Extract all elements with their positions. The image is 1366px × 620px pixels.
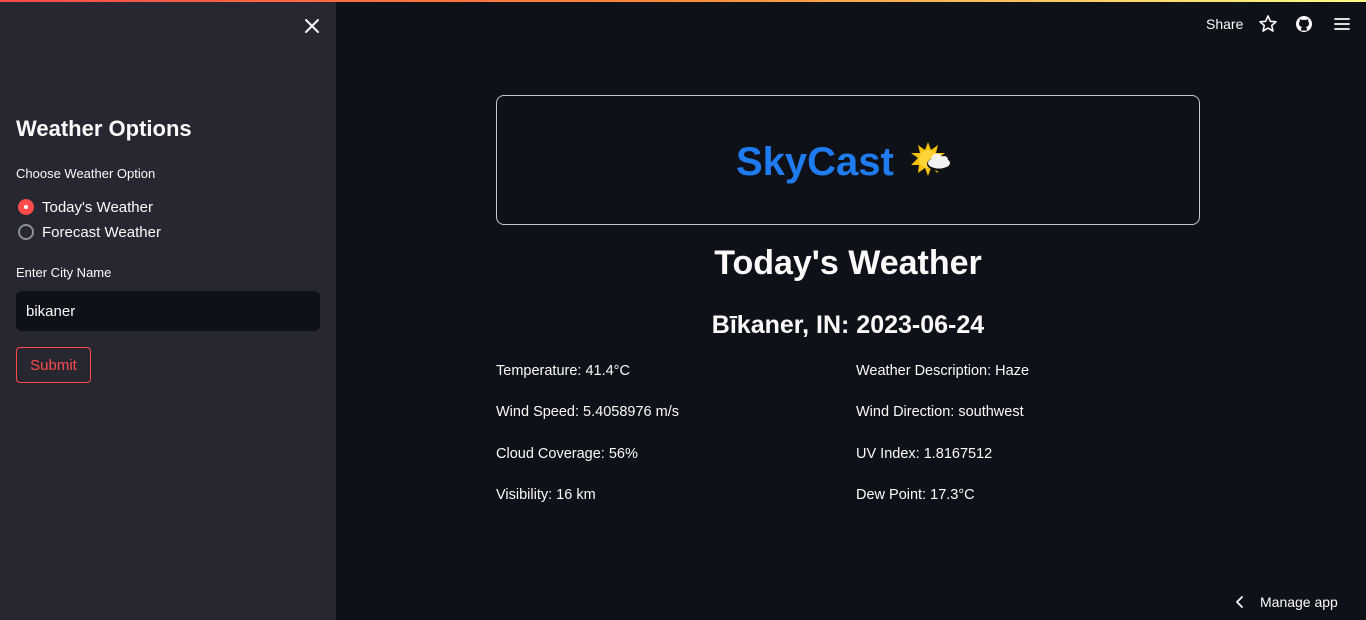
star-icon[interactable] <box>1258 14 1278 34</box>
menu-icon[interactable] <box>1332 14 1352 34</box>
chevron-left-icon <box>1236 596 1243 608</box>
city-name-label: Enter City Name <box>16 265 112 280</box>
radio-todays-weather[interactable]: Today's Weather <box>18 197 153 217</box>
sun-behind-cloud-icon <box>908 138 953 180</box>
app-title: SkyCast <box>736 140 894 184</box>
manage-app-label: Manage app <box>1260 594 1338 610</box>
page-heading: Today's Weather <box>714 244 982 282</box>
city-input[interactable] <box>16 291 320 331</box>
radio-forecast-weather[interactable]: Forecast Weather <box>18 222 161 242</box>
radio-label: Today's Weather <box>42 198 153 216</box>
stat-dew-point: Dew Point: 17.3°C <box>856 487 975 503</box>
stat-weather-description: Weather Description: Haze <box>856 363 1030 379</box>
weather-option-label: Choose Weather Option <box>16 166 156 181</box>
radio-unchecked-icon[interactable] <box>18 224 34 240</box>
stat-visibility: Visibility: 16 km <box>496 487 596 503</box>
sidebar-title: Weather Options <box>16 116 192 141</box>
manage-app-button[interactable]: Manage app <box>1234 592 1338 612</box>
stat-temperature: Temperature: 41.4°C <box>496 363 630 379</box>
stat-wind-direction: Wind Direction: southwest <box>856 404 1024 420</box>
share-button[interactable]: Share <box>1206 16 1243 32</box>
stat-uv-index: UV Index: 1.8167512 <box>856 446 993 462</box>
location-date: Bīkaner, IN: 2023-06-24 <box>711 311 985 339</box>
radio-label: Forecast Weather <box>42 223 161 241</box>
github-icon[interactable] <box>1294 14 1314 34</box>
submit-button[interactable]: Submit <box>16 347 91 383</box>
stat-cloud-coverage: Cloud Coverage: 56% <box>496 446 638 462</box>
radio-checked-icon[interactable] <box>18 199 34 215</box>
close-icon[interactable] <box>302 16 322 36</box>
stat-wind-speed: Wind Speed: 5.4058976 m/s <box>496 404 679 420</box>
